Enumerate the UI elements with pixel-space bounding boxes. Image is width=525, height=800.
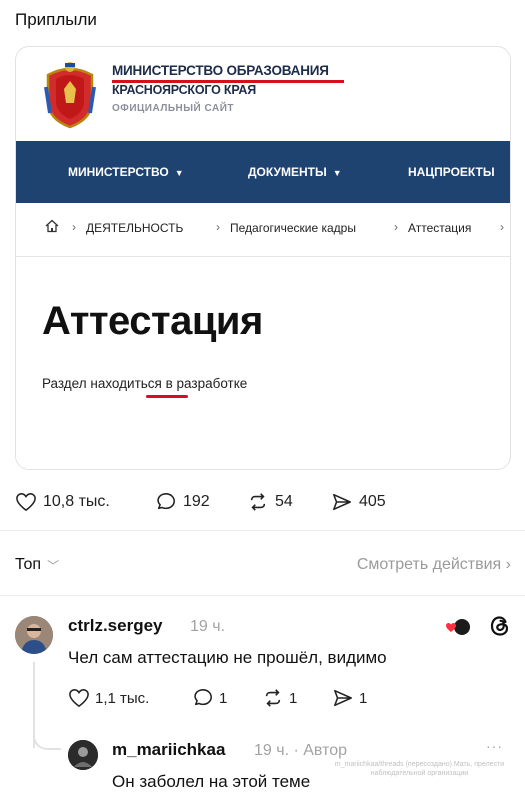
- sort-label: Топ: [15, 556, 42, 573]
- reply-count: 192: [183, 493, 210, 510]
- avatar-image: [15, 616, 53, 654]
- nav-item-label: МИНИСТЕРСТВО: [68, 165, 169, 179]
- comment-reply-count: 1: [219, 689, 228, 707]
- breadcrumb-separator: ›: [394, 220, 398, 234]
- caret-down-icon: ▼: [174, 168, 184, 178]
- region-title: КРАСНОЯРСКОГО КРАЯ: [112, 83, 256, 97]
- text-mistake: находиться: [90, 376, 162, 391]
- share-button[interactable]: 405: [331, 492, 386, 512]
- page-text: Раздел находиться в разработке: [42, 376, 247, 391]
- more-options-button[interactable]: ···: [486, 738, 503, 754]
- share-count: 405: [359, 493, 386, 510]
- page-title: Аттестация: [42, 299, 263, 343]
- nav-item-documents[interactable]: ДОКУМЕНТЫ ▼: [248, 165, 342, 179]
- comment-username[interactable]: ctrlz.sergey: [68, 616, 163, 636]
- repost-icon: [250, 493, 266, 511]
- post-image-card[interactable]: МИНИСТЕРСТВО ОБРАЗОВАНИЯ КРАСНОЯРСКОГО К…: [15, 46, 511, 470]
- comment-share-button[interactable]: 1: [332, 688, 367, 708]
- chevron-right-icon: ›: [505, 556, 511, 573]
- view-activity-link[interactable]: Смотреть действия ›: [357, 556, 511, 574]
- view-activity-label: Смотреть действия: [356, 556, 502, 573]
- repost-button[interactable]: 54: [247, 492, 293, 512]
- reaction-icon: [446, 619, 470, 635]
- site-navbar: МИНИСТЕРСТВО ▼ ДОКУМЕНТЫ ▼ НАЦПРОЕКТЫ: [16, 141, 510, 203]
- repost-icon: [265, 689, 281, 707]
- like-count: 10,8 тыс.: [43, 493, 110, 510]
- nav-item-label: ДОКУМЕНТЫ: [248, 165, 327, 179]
- comment-time: 19 ч.: [190, 618, 226, 635]
- like-button[interactable]: 10,8 тыс.: [15, 492, 110, 512]
- send-icon: [333, 493, 351, 511]
- mistake-underline: [146, 395, 188, 398]
- avatar[interactable]: [15, 616, 53, 654]
- nav-item-national-projects[interactable]: НАЦПРОЕКТЫ: [408, 165, 495, 179]
- breadcrumb-teachers[interactable]: Педагогические кадры: [230, 221, 356, 235]
- divider: [0, 530, 525, 531]
- breadcrumb-attestation[interactable]: Аттестация: [408, 221, 471, 235]
- comment-like-count: 1,1 тыс.: [95, 689, 150, 707]
- heart-icon: [16, 493, 36, 512]
- comment-reply-button[interactable]: 1: [192, 688, 227, 708]
- comment-icon: [194, 689, 212, 706]
- site-header: МИНИСТЕРСТВО ОБРАЗОВАНИЯ КРАСНОЯРСКОГО К…: [16, 47, 510, 141]
- breadcrumb: › ДЕЯТЕЛЬНОСТЬ › Педагогические кадры › …: [16, 203, 510, 257]
- breadcrumb-separator: ›: [500, 220, 504, 234]
- nav-item-label: НАЦПРОЕКТЫ: [408, 165, 495, 179]
- reply-button[interactable]: 192: [155, 492, 210, 512]
- comment-repost-button[interactable]: 1: [262, 688, 297, 708]
- home-icon[interactable]: [44, 218, 60, 234]
- sort-dropdown[interactable]: Топ ﹀: [15, 556, 59, 574]
- comment-time-author: 19 ч. · Автор: [254, 742, 348, 759]
- comment-text: Он заболел на этой теме: [112, 772, 311, 791]
- comment-share-count: 1: [359, 689, 368, 707]
- post-caption: Приплыли: [15, 10, 97, 29]
- official-site-label: ОФИЦИАЛЬНЫЙ САЙТ: [112, 103, 235, 114]
- comment-icon: [157, 493, 175, 510]
- breadcrumb-separator: ›: [72, 220, 76, 234]
- ministry-title[interactable]: МИНИСТЕРСТВО ОБРАЗОВАНИЯ: [112, 63, 329, 78]
- send-icon: [334, 689, 352, 707]
- comment-like-button[interactable]: 1,1 тыс.: [68, 688, 149, 708]
- chevron-down-icon: ﹀: [47, 558, 60, 573]
- breadcrumb-separator: ›: [216, 220, 220, 234]
- text-part: Раздел: [42, 376, 91, 391]
- avatar-image: [68, 740, 98, 770]
- repost-count: 54: [275, 493, 293, 510]
- coat-of-arms-logo: [44, 62, 96, 129]
- breadcrumb-activity[interactable]: ДЕЯТЕЛЬНОСТЬ: [86, 221, 183, 235]
- threads-icon[interactable]: [488, 614, 512, 638]
- caret-down-icon: ▼: [332, 168, 342, 178]
- nav-item-ministry[interactable]: МИНИСТЕРСТВО ▼: [68, 165, 184, 179]
- comment-text: Чел сам аттестацию не прошёл, видимо: [68, 648, 387, 667]
- comment-repost-count: 1: [289, 689, 298, 707]
- divider: [0, 595, 525, 596]
- heart-icon: [69, 689, 89, 708]
- avatar[interactable]: [68, 740, 98, 770]
- text-part: в разработке: [161, 376, 248, 391]
- comment-username[interactable]: m_mariichkaa: [112, 740, 225, 760]
- thread-connector: [33, 720, 61, 750]
- watermark: m_mariichkaa/threads (пересоздано) Мать,…: [334, 761, 505, 777]
